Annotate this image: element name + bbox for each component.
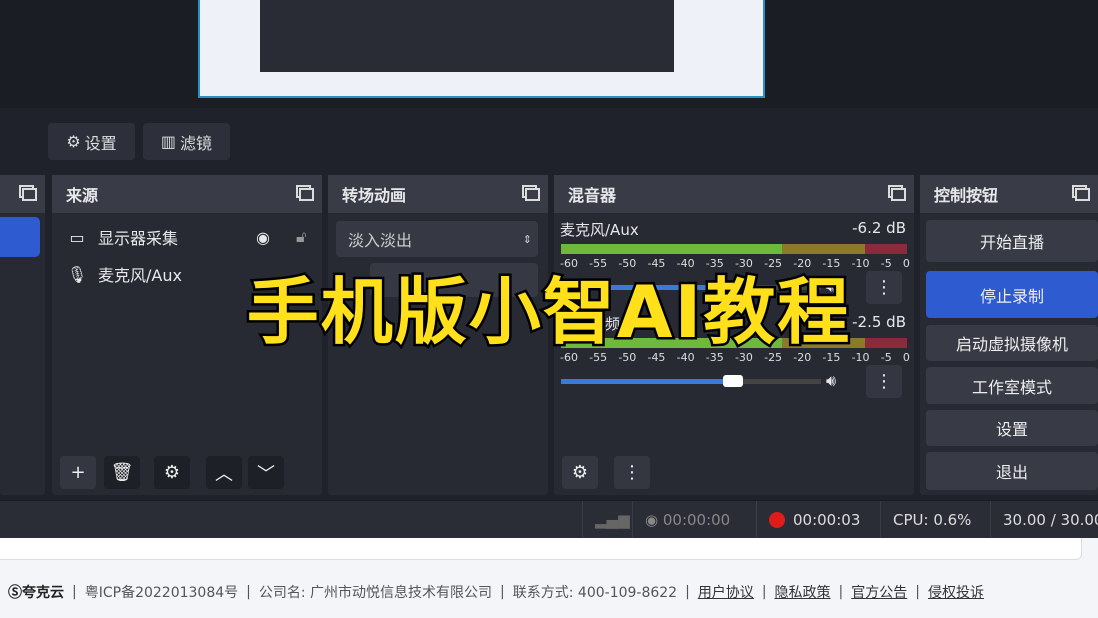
brand-logo: Ⓢ夸克云 <box>8 585 64 601</box>
undock-icon[interactable] <box>296 185 314 201</box>
fps-display: 30.00 / 30.00 FPS <box>990 501 1098 539</box>
announcement-link[interactable]: 官方公告 <box>851 582 907 602</box>
web-page <box>0 538 1098 618</box>
start-streaming-button[interactable]: 开始直播 <box>926 220 1098 262</box>
transition-select[interactable]: 淡入淡出 ⇕ <box>336 221 538 257</box>
lock-icon[interactable]: 🔓︎ <box>296 227 306 247</box>
spinner-icon: ⇕ <box>522 232 532 246</box>
filters-button[interactable]: ▥ 滤镜 <box>143 123 230 160</box>
record-status: 00:00:03 <box>756 501 878 539</box>
scene-item-selected[interactable] <box>0 217 40 257</box>
speaker-icon[interactable]: 🔊︎ <box>826 371 836 391</box>
icp-link[interactable]: 粤ICP备2022013084号 <box>85 582 238 602</box>
eye-icon[interactable]: ◉ <box>256 228 316 247</box>
undock-icon[interactable] <box>522 185 540 201</box>
source-item[interactable]: ▭ 显示器采集 ◉ 🔓︎ <box>66 222 316 252</box>
preview-obs-window <box>260 0 674 72</box>
record-dot-icon <box>769 512 785 528</box>
track-menu-button[interactable]: ⋮ <box>866 365 902 398</box>
controls-title: 控制按钮 <box>934 186 999 205</box>
track-name: 麦克风/Aux <box>560 221 639 239</box>
sources-title: 来源 <box>66 186 99 205</box>
video-title-overlay: 手机版小智AI教程 <box>244 268 852 357</box>
undock-icon[interactable] <box>888 185 906 201</box>
mixer-settings-button[interactable]: ⚙ <box>562 456 598 489</box>
studio-mode-button[interactable]: 工作室模式 <box>926 367 1098 404</box>
stream-status: ◉ 00:00:00 <box>632 501 756 539</box>
source-properties-button[interactable]: ⚙ <box>154 456 190 489</box>
gear-icon: ⚙ <box>66 132 81 151</box>
contact-info: 联系方式: 400-109-8622 <box>512 585 678 601</box>
mixer-title: 混音器 <box>568 186 617 205</box>
footer: Ⓢ夸克云 | 粤ICP备2022013084号 | 公司名: 广州市动悦信息技术有限… <box>8 582 984 602</box>
stream-icon: ◉ <box>645 511 663 529</box>
monitor-icon: ▭ <box>69 227 85 247</box>
undock-icon[interactable] <box>1072 185 1090 201</box>
user-agreement-link[interactable]: 用户协议 <box>698 582 754 602</box>
settings-control-button[interactable]: 设置 <box>926 410 1098 446</box>
move-up-button[interactable]: ︿ <box>206 456 242 489</box>
slider-handle[interactable] <box>722 375 743 387</box>
complaint-link[interactable]: 侵权投诉 <box>928 582 984 602</box>
volume-slider[interactable] <box>561 375 821 387</box>
transitions-title: 转场动画 <box>342 186 407 205</box>
company-info: 公司名: 广州市动悦信息技术有限公司 <box>258 585 493 601</box>
cpu-usage: CPU: 0.6% <box>880 501 988 539</box>
mixer-menu-button[interactable]: ⋮ <box>614 456 650 489</box>
settings-button[interactable]: ⚙ 设置 <box>48 123 135 160</box>
undock-icon[interactable] <box>19 185 37 201</box>
track-db: -6.2 dB <box>852 219 906 237</box>
filter-icon: ▥ <box>160 132 177 151</box>
preview-thumbnail <box>198 0 765 98</box>
move-down-button[interactable]: ﹀ <box>248 456 284 489</box>
signal-icon: ▂▄▆ <box>582 501 630 539</box>
remove-source-button[interactable]: 🗑︎ <box>104 456 140 489</box>
volume-meter <box>561 244 907 254</box>
status-bar: ▂▄▆ ◉ 00:00:00 00:00:03 CPU: 0.6% 30.00 … <box>0 500 1098 539</box>
add-source-button[interactable]: + <box>60 456 96 489</box>
privacy-policy-link[interactable]: 隐私政策 <box>775 582 831 602</box>
exit-button[interactable]: 退出 <box>926 452 1098 490</box>
